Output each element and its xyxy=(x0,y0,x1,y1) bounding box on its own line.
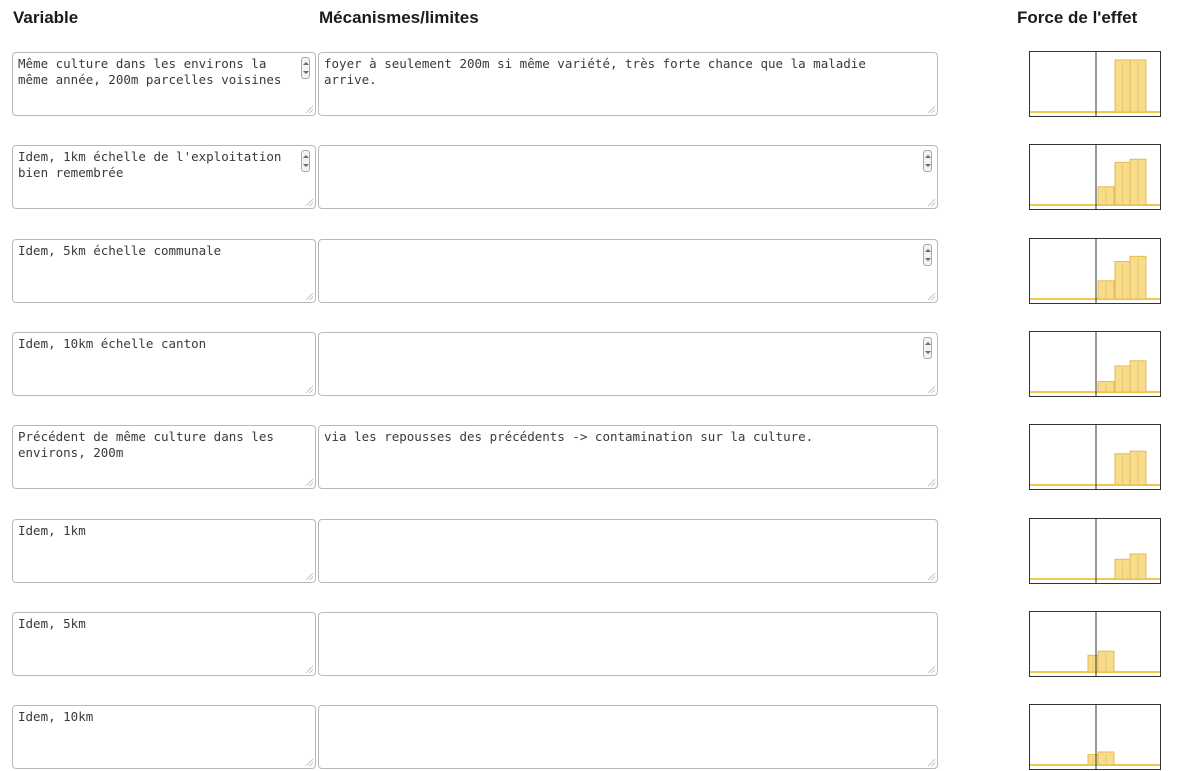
resize-grip-icon[interactable] xyxy=(928,666,935,673)
resize-grip-icon[interactable] xyxy=(306,293,313,300)
variable-field-text: Même culture dans les environs la même a… xyxy=(18,56,282,87)
header-variable: Variable xyxy=(13,8,79,27)
resize-grip-icon[interactable] xyxy=(306,199,313,206)
resize-grip-icon[interactable] xyxy=(928,759,935,766)
force-chart xyxy=(1029,704,1161,770)
force-chart xyxy=(1029,424,1161,490)
row-8: Idem, 10km xyxy=(0,704,1179,771)
resize-grip-icon[interactable] xyxy=(306,666,313,673)
force-chart xyxy=(1029,51,1161,117)
mecanismes-field[interactable]: via les repousses des précédents -> cont… xyxy=(318,425,938,489)
variable-field-text: Idem, 5km échelle communale xyxy=(18,243,222,258)
force-chart-svg xyxy=(1030,612,1160,676)
variable-field[interactable]: Précédent de même culture dans les envir… xyxy=(12,425,316,489)
force-chart-svg xyxy=(1030,332,1160,396)
variable-field-text: Idem, 1km échelle de l'exploitation bien… xyxy=(18,149,289,180)
variable-field[interactable]: Idem, 10km xyxy=(12,705,316,769)
row-3: Idem, 5km échelle communale xyxy=(0,238,1179,305)
variable-field-text: Précédent de même culture dans les envir… xyxy=(18,429,282,460)
row-2: Idem, 1km échelle de l'exploitation bien… xyxy=(0,144,1179,211)
row-7: Idem, 5km xyxy=(0,611,1179,678)
force-chart xyxy=(1029,611,1161,677)
mecanismes-field[interactable] xyxy=(318,612,938,676)
force-chart xyxy=(1029,238,1161,304)
header-mecanismes: Mécanismes/limites xyxy=(319,8,479,27)
force-chart-svg xyxy=(1030,52,1160,116)
row-4: Idem, 10km échelle canton xyxy=(0,331,1179,398)
force-chart-svg xyxy=(1030,145,1160,209)
mecanismes-field[interactable] xyxy=(318,145,938,209)
force-chart xyxy=(1029,518,1161,584)
mecanismes-field-text: via les repousses des précédents -> cont… xyxy=(324,429,814,444)
resize-grip-icon[interactable] xyxy=(306,386,313,393)
force-chart-svg xyxy=(1030,519,1160,583)
resize-grip-icon[interactable] xyxy=(928,386,935,393)
force-chart-svg xyxy=(1030,705,1160,769)
variable-field[interactable]: Idem, 1km xyxy=(12,519,316,583)
variable-field[interactable]: Idem, 5km échelle communale xyxy=(12,239,316,303)
variable-field[interactable]: Même culture dans les environs la même a… xyxy=(12,52,316,116)
variable-field-text: Idem, 10km échelle canton xyxy=(18,336,207,351)
variable-field-text: Idem, 1km xyxy=(18,523,86,538)
variable-field[interactable]: Idem, 10km échelle canton xyxy=(12,332,316,396)
mecanismes-field[interactable] xyxy=(318,705,938,769)
scroll-spinner-icon[interactable] xyxy=(301,150,310,172)
resize-grip-icon[interactable] xyxy=(928,479,935,486)
row-1: Même culture dans les environs la même a… xyxy=(0,51,1179,118)
mecanismes-field[interactable] xyxy=(318,239,938,303)
resize-grip-icon[interactable] xyxy=(306,573,313,580)
resize-grip-icon[interactable] xyxy=(928,106,935,113)
variable-field[interactable]: Idem, 1km échelle de l'exploitation bien… xyxy=(12,145,316,209)
mecanismes-field[interactable] xyxy=(318,332,938,396)
header-force: Force de l'effet xyxy=(1017,8,1138,27)
mecanismes-field-text: foyer à seulement 200m si même variété, … xyxy=(324,56,874,87)
resize-grip-icon[interactable] xyxy=(928,573,935,580)
scroll-spinner-icon[interactable] xyxy=(923,337,932,359)
mecanismes-field[interactable]: foyer à seulement 200m si même variété, … xyxy=(318,52,938,116)
resize-grip-icon[interactable] xyxy=(928,293,935,300)
scroll-spinner-icon[interactable] xyxy=(301,57,310,79)
resize-grip-icon[interactable] xyxy=(306,106,313,113)
mecanismes-field[interactable] xyxy=(318,519,938,583)
force-chart-svg xyxy=(1030,425,1160,489)
force-chart xyxy=(1029,331,1161,397)
variable-field-text: Idem, 5km xyxy=(18,616,86,631)
scroll-spinner-icon[interactable] xyxy=(923,150,932,172)
variable-field[interactable]: Idem, 5km xyxy=(12,612,316,676)
force-chart-svg xyxy=(1030,239,1160,303)
resize-grip-icon[interactable] xyxy=(928,199,935,206)
force-chart xyxy=(1029,144,1161,210)
resize-grip-icon[interactable] xyxy=(306,759,313,766)
row-5: Précédent de même culture dans les envir… xyxy=(0,424,1179,491)
variable-field-text: Idem, 10km xyxy=(18,709,94,724)
resize-grip-icon[interactable] xyxy=(306,479,313,486)
scroll-spinner-icon[interactable] xyxy=(923,244,932,266)
row-6: Idem, 1km xyxy=(0,518,1179,585)
